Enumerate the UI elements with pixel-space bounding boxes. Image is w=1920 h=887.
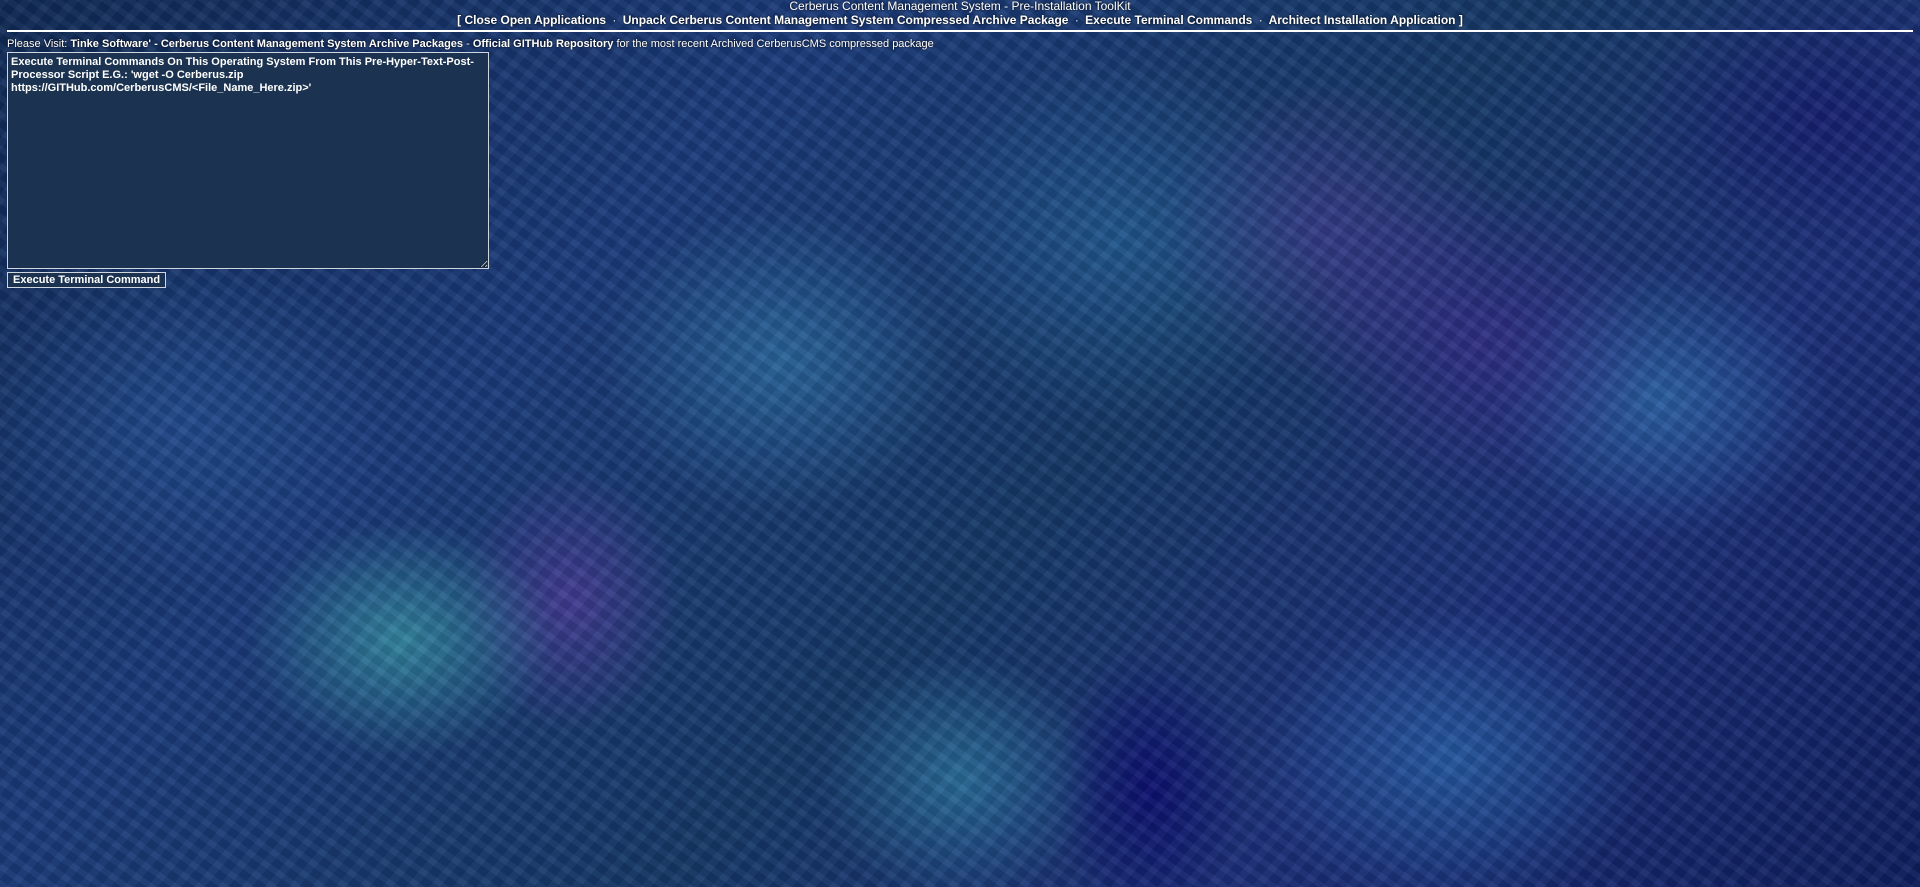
archive-packages-link[interactable]: Tinke Software' - Cerberus Content Manag…: [70, 38, 463, 50]
nav-separator: ·: [1074, 13, 1079, 27]
visit-suffix: for the most recent Archived CerberusCMS…: [616, 38, 934, 50]
visit-prefix: Please Visit:: [7, 38, 68, 50]
terminal-command-input[interactable]: [7, 52, 489, 269]
nav-execute-terminal-commands[interactable]: Execute Terminal Commands: [1085, 13, 1252, 27]
nav-bracket-close: ]: [1458, 13, 1463, 27]
nav-architect-installation[interactable]: Architect Installation Application: [1269, 13, 1456, 27]
visit-dash: -: [466, 38, 470, 50]
execute-terminal-command-button[interactable]: Execute Terminal Command: [7, 272, 167, 288]
nav-separator: ·: [612, 13, 617, 27]
nav-separator: ·: [1258, 13, 1263, 27]
app-title: Cerberus Content Management System - Pre…: [789, 0, 1131, 13]
visit-notice: Please Visit: Tinke Software' - Cerberus…: [7, 38, 934, 50]
header-divider: [7, 30, 1913, 32]
github-repository-link[interactable]: Official GITHub Repository: [473, 38, 614, 50]
toolkit-nav: [ Close Open Applications · Unpack Cerbe…: [0, 14, 1920, 27]
nav-close-open-applications[interactable]: Close Open Applications: [465, 13, 607, 27]
nav-bracket-open: [: [457, 13, 462, 27]
page-header: Cerberus Content Management System - Pre…: [0, 0, 1920, 27]
nav-unpack-archive[interactable]: Unpack Cerberus Content Management Syste…: [623, 13, 1069, 27]
